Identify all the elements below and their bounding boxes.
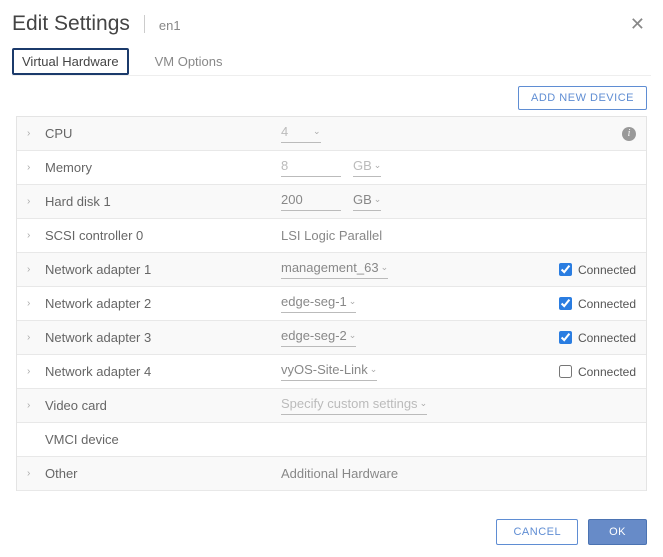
chevron-right-icon[interactable]: ›	[27, 366, 43, 377]
row-cpu: › CPU 4 ⌄ i	[17, 117, 646, 151]
memory-label: Memory	[43, 160, 281, 175]
hard-disk-label: Hard disk 1	[43, 194, 281, 209]
chevron-right-icon[interactable]: ›	[27, 332, 43, 343]
chevron-down-icon: ⌄	[420, 398, 428, 409]
row-memory: › Memory 8 GB ⌄	[17, 151, 646, 185]
chevron-down-icon: ⌄	[313, 126, 321, 137]
row-network-adapter-1: › Network adapter 1 management_63 ⌄ Conn…	[17, 253, 646, 287]
chevron-right-icon[interactable]: ›	[27, 162, 43, 173]
dialog-header: Edit Settings en1 ✕	[12, 8, 651, 44]
net4-connected-checkbox[interactable]	[559, 365, 572, 378]
connected-label: Connected	[578, 365, 636, 379]
cancel-button[interactable]: CANCEL	[496, 519, 578, 545]
net2-select[interactable]: edge-seg-1 ⌄	[281, 294, 356, 313]
row-network-adapter-4: › Network adapter 4 vyOS-Site-Link ⌄ Con…	[17, 355, 646, 389]
dialog-footer: CANCEL OK	[12, 491, 651, 545]
row-network-adapter-2: › Network adapter 2 edge-seg-1 ⌄ Connect…	[17, 287, 646, 321]
tab-bar: Virtual Hardware VM Options	[12, 44, 651, 76]
vmci-label: VMCI device	[43, 432, 281, 447]
connected-label: Connected	[578, 263, 636, 277]
row-scsi-controller-0: › SCSI controller 0 LSI Logic Parallel	[17, 219, 646, 253]
scsi-label: SCSI controller 0	[43, 228, 281, 243]
net4-label: Network adapter 4	[43, 364, 281, 379]
info-icon[interactable]: i	[622, 127, 636, 141]
chevron-down-icon: ⌄	[349, 296, 357, 307]
scsi-value: LSI Logic Parallel	[281, 228, 382, 243]
net2-connected-checkbox[interactable]	[559, 297, 572, 310]
connected-label: Connected	[578, 297, 636, 311]
other-value: Additional Hardware	[281, 466, 398, 481]
edit-settings-dialog: Edit Settings en1 ✕ Virtual Hardware VM …	[0, 0, 663, 557]
chevron-down-icon: ⌄	[374, 194, 382, 205]
divider	[144, 15, 145, 33]
net1-label: Network adapter 1	[43, 262, 281, 277]
chevron-down-icon: ⌄	[370, 364, 378, 375]
cpu-label: CPU	[43, 126, 281, 141]
row-video-card: › Video card Specify custom settings ⌄	[17, 389, 646, 423]
video-label: Video card	[43, 398, 281, 413]
close-icon[interactable]: ✕	[624, 14, 651, 35]
row-network-adapter-3: › Network adapter 3 edge-seg-2 ⌄ Connect…	[17, 321, 646, 355]
row-other: › Other Additional Hardware	[17, 457, 646, 491]
connected-label: Connected	[578, 331, 636, 345]
other-label: Other	[43, 466, 281, 481]
tab-vm-options[interactable]: VM Options	[147, 48, 231, 75]
ok-button[interactable]: OK	[588, 519, 647, 545]
row-hard-disk-1: › Hard disk 1 200 GB ⌄	[17, 185, 646, 219]
hard-disk-unit-select[interactable]: GB ⌄	[353, 192, 381, 211]
net3-select[interactable]: edge-seg-2 ⌄	[281, 328, 356, 347]
chevron-right-icon[interactable]: ›	[27, 400, 43, 411]
chevron-right-icon[interactable]: ›	[27, 468, 43, 479]
net3-label: Network adapter 3	[43, 330, 281, 345]
memory-value-input[interactable]: 8	[281, 158, 341, 177]
hard-disk-value-input[interactable]: 200	[281, 192, 341, 211]
net2-label: Network adapter 2	[43, 296, 281, 311]
chevron-down-icon: ⌄	[374, 160, 382, 171]
net1-select[interactable]: management_63 ⌄	[281, 260, 388, 279]
add-new-device-button[interactable]: ADD NEW DEVICE	[518, 86, 647, 110]
chevron-down-icon: ⌄	[381, 262, 389, 273]
toolbar: ADD NEW DEVICE	[12, 76, 651, 116]
dialog-title: Edit Settings	[12, 12, 130, 36]
chevron-down-icon: ⌄	[349, 330, 357, 341]
video-select[interactable]: Specify custom settings ⌄	[281, 396, 427, 415]
net3-connected-checkbox[interactable]	[559, 331, 572, 344]
chevron-right-icon[interactable]: ›	[27, 264, 43, 275]
cpu-select[interactable]: 4 ⌄	[281, 124, 321, 143]
vm-name: en1	[159, 18, 181, 33]
chevron-right-icon[interactable]: ›	[27, 196, 43, 207]
net4-select[interactable]: vyOS-Site-Link ⌄	[281, 362, 377, 381]
net1-connected-checkbox[interactable]	[559, 263, 572, 276]
row-vmci-device: VMCI device	[17, 423, 646, 457]
chevron-right-icon[interactable]: ›	[27, 230, 43, 241]
tab-virtual-hardware[interactable]: Virtual Hardware	[12, 48, 129, 75]
header-left: Edit Settings en1	[12, 12, 181, 36]
chevron-right-icon[interactable]: ›	[27, 298, 43, 309]
hardware-table: › CPU 4 ⌄ i › Memory 8 GB ⌄	[16, 116, 647, 491]
chevron-right-icon[interactable]: ›	[27, 128, 43, 139]
memory-unit-select[interactable]: GB ⌄	[353, 158, 381, 177]
